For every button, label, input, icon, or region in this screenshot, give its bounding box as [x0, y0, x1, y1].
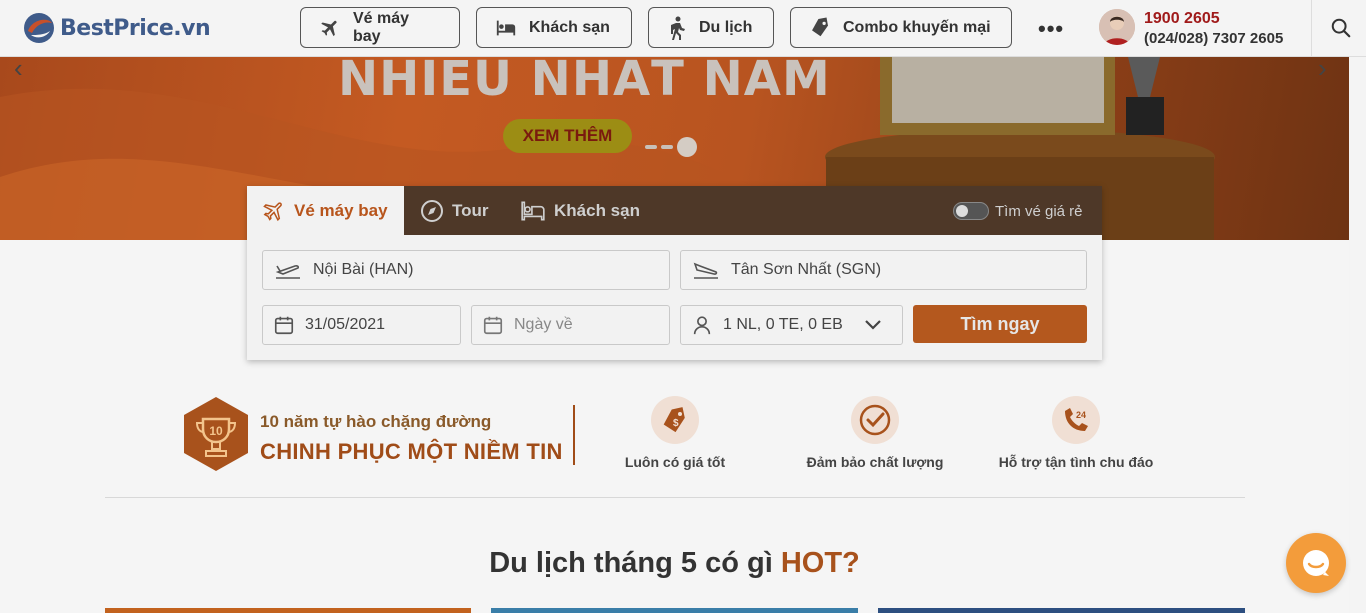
flight-search-panel: Vé máy bay Tour Khách sạn Tìm vé giá rẻ …	[247, 186, 1102, 360]
feature-best-price: $ Luôn có giá tốt	[580, 396, 770, 470]
section-title-accent: HOT?	[780, 547, 860, 579]
section-title-text: Du lịch tháng 5 có gì	[489, 547, 781, 579]
tab-flights[interactable]: Vé máy bay	[247, 186, 404, 235]
promo-card[interactable]	[878, 608, 1245, 613]
return-date-placeholder: Ngày về	[514, 316, 573, 333]
takeoff-icon	[275, 265, 300, 279]
departure-airport-field[interactable]: Nội Bài (HAN)	[262, 250, 670, 290]
arrival-airport-value: Tân Sơn Nhất (SGN)	[731, 261, 882, 278]
pagination-dot[interactable]	[645, 145, 657, 149]
pride-tagline: 10 năm tự hào chặng đường	[260, 412, 492, 431]
promo-card[interactable]	[491, 608, 858, 613]
plane-icon	[263, 201, 282, 221]
landing-icon	[693, 262, 718, 279]
depart-date-field[interactable]: 31/05/2021	[262, 305, 461, 345]
passenger-value: 1 NL, 0 TE, 0 EB	[723, 316, 843, 333]
feature-label: Luôn có giá tốt	[624, 454, 726, 470]
section-divider	[105, 497, 1245, 498]
logo[interactable]: BestPrice.vn	[22, 10, 211, 46]
nav-combo-button[interactable]: Combo khuyến mại	[790, 7, 1012, 48]
banner-title: NHIỀU NHẤT NĂM	[338, 57, 831, 107]
feature-quality: Đảm bảo chất lượng	[780, 396, 970, 470]
price-tag-icon: $	[651, 396, 699, 444]
check-badge-icon	[851, 396, 899, 444]
hotline-number[interactable]: 1900 2605	[1144, 10, 1220, 28]
pagination-dot[interactable]	[661, 145, 673, 149]
nav-hotels-button[interactable]: Khách sạn	[476, 7, 632, 48]
nav-label: Du lịch	[699, 18, 753, 36]
hiker-icon	[671, 16, 685, 40]
avatar	[1099, 9, 1135, 45]
return-date-field[interactable]: Ngày về	[471, 305, 670, 345]
nav-label: Khách sạn	[529, 18, 610, 36]
support-phone-icon: 24	[1052, 396, 1100, 444]
more-menu-button[interactable]: •••	[1038, 16, 1064, 42]
nav-tours-button[interactable]: Du lịch	[648, 7, 774, 48]
promo-card[interactable]	[105, 608, 471, 613]
tab-label: Tour	[452, 200, 489, 220]
calendar-icon	[274, 316, 294, 335]
nav-label: Combo khuyến mại	[843, 18, 991, 36]
search-submit-button[interactable]: Tìm ngay	[913, 305, 1087, 343]
search-icon[interactable]	[1330, 17, 1352, 39]
feature-support: 24 Hỗ trợ tận tình chu đáo	[981, 396, 1171, 470]
bed-icon	[521, 201, 545, 220]
arrival-airport-field[interactable]: Tân Sơn Nhất (SGN)	[680, 250, 1087, 290]
chat-widget-button[interactable]	[1286, 533, 1346, 593]
search-tabs: Vé máy bay Tour Khách sạn Tìm vé giá rẻ	[247, 186, 1102, 235]
pride-headline: CHINH PHỤC MỘT NIỀM TIN	[260, 439, 563, 464]
bed-icon	[496, 20, 516, 35]
banner-pagination	[645, 137, 697, 157]
depart-date-value: 31/05/2021	[305, 316, 386, 333]
pagination-dot-active[interactable]	[677, 137, 697, 157]
passenger-select[interactable]: 1 NL, 0 TE, 0 EB	[680, 305, 903, 345]
compass-icon	[421, 199, 443, 222]
cheap-fare-label: Tìm vé giá rẻ	[995, 202, 1083, 220]
calendar-icon	[483, 316, 503, 335]
tab-tour[interactable]: Tour	[420, 186, 489, 235]
page-scrollbar[interactable]	[1349, 57, 1366, 613]
plane-icon	[321, 20, 337, 36]
header-divider	[1311, 0, 1312, 57]
chevron-down-icon	[865, 320, 881, 330]
banner-prev-arrow[interactable]: ‹	[14, 57, 23, 84]
top-header: BestPrice.vn Vé máy bay Khách sạn Du lịc…	[0, 0, 1366, 57]
toggle-switch[interactable]	[953, 202, 989, 220]
feature-label: Hỗ trợ tận tình chu đáo	[998, 454, 1154, 470]
banner-cta-button[interactable]: XEM THÊM	[503, 119, 632, 153]
svg-text:$: $	[673, 418, 679, 429]
departure-airport-value: Nội Bài (HAN)	[313, 261, 414, 278]
tab-hotel[interactable]: Khách sạn	[520, 186, 640, 235]
nav-flights-button[interactable]: Vé máy bay	[300, 7, 460, 48]
tab-label: Khách sạn	[554, 200, 640, 220]
section-title: Du lịch tháng 5 có gì HOT?	[0, 547, 1349, 580]
svg-text:24: 24	[1076, 410, 1086, 420]
tag-icon	[812, 17, 828, 36]
nav-label: Vé máy bay	[352, 9, 410, 45]
cheap-fare-toggle[interactable]: Tìm vé giá rẻ	[953, 202, 1083, 220]
logo-text: BestPrice.vn	[60, 15, 211, 41]
tab-label: Vé máy bay	[294, 200, 388, 220]
badge-number: 10	[209, 424, 223, 438]
person-icon	[693, 316, 711, 335]
ten-years-badge-icon: 10	[184, 397, 248, 471]
chat-icon	[1303, 550, 1329, 576]
banner-next-arrow[interactable]: ›	[1318, 57, 1327, 84]
feature-label: Đảm bảo chất lượng	[806, 454, 944, 470]
pride-divider	[573, 405, 575, 465]
logo-icon	[24, 13, 54, 43]
phone-number[interactable]: (024/028) 7307 2605	[1144, 30, 1283, 47]
